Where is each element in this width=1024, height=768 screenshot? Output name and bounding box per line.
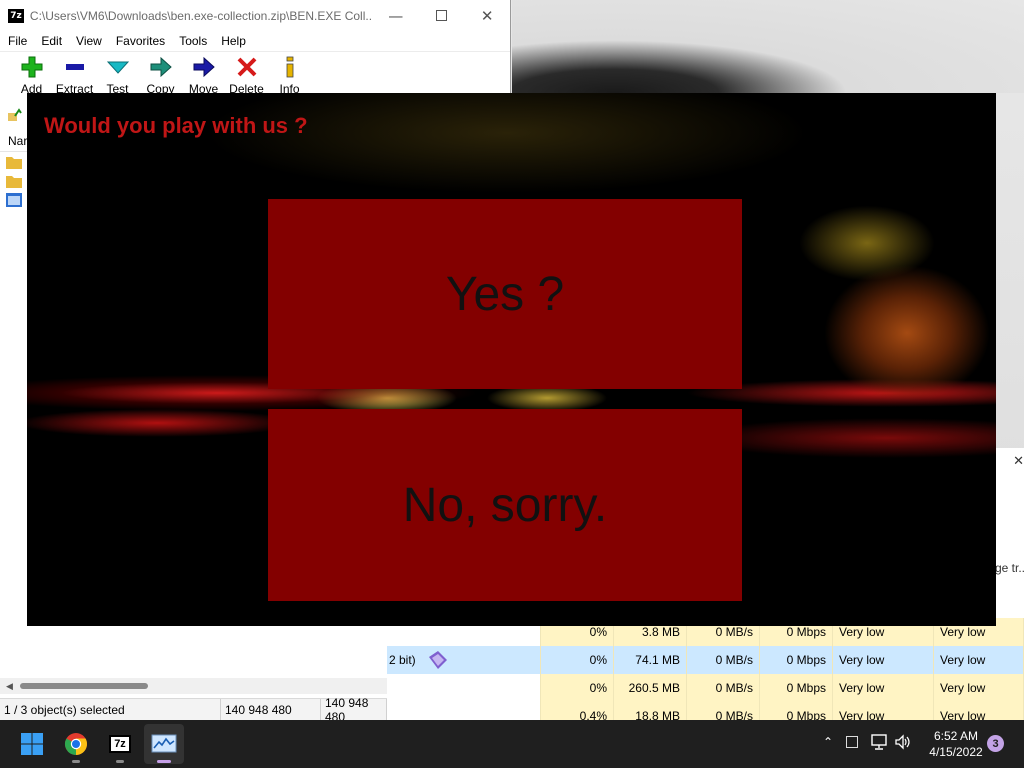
disk-cell: 0 MB/s <box>687 646 760 674</box>
minimize-button[interactable]: — <box>373 0 419 31</box>
menu-help[interactable]: Help <box>221 34 246 48</box>
menu-edit[interactable]: Edit <box>41 34 62 48</box>
column-header-name[interactable]: Nar <box>0 130 30 152</box>
folder-icon[interactable] <box>6 155 22 169</box>
close-button[interactable]: ✕ <box>464 0 510 31</box>
memory-cell: 260.5 MB <box>614 674 687 702</box>
chevron-up-icon: ⌃ <box>822 735 834 749</box>
table-row[interactable]: 0.4% 18.8 MB 0 MB/s 0 Mbps Very low Very… <box>387 702 1024 720</box>
power-cell: Very low <box>833 646 934 674</box>
power-trend-cell: Very low <box>934 646 1024 674</box>
network-cell: 0 Mbps <box>760 702 833 720</box>
task-manager-icon <box>151 734 177 753</box>
active-indicator <box>157 760 171 763</box>
test-button[interactable]: Test <box>96 56 139 96</box>
process-icon <box>428 651 447 669</box>
menu-view[interactable]: View <box>76 34 102 48</box>
table-row[interactable]: 0% 260.5 MB 0 MB/s 0 Mbps Very low Very … <box>387 674 1024 702</box>
cpu-cell: 0.4% <box>541 702 614 720</box>
exe-file-icon[interactable] <box>6 193 22 207</box>
test-icon <box>106 56 129 78</box>
add-button[interactable]: Add <box>10 56 53 96</box>
copy-icon <box>150 56 172 78</box>
menu-tools[interactable]: Tools <box>179 34 207 48</box>
move-icon <box>193 56 215 78</box>
network-icon[interactable] <box>869 732 889 752</box>
disk-cell: 0 MB/s <box>687 674 760 702</box>
7zip-titlebar[interactable]: 7z C:\Users\VM6\Downloads\ben.exe-collec… <box>0 0 510 31</box>
no-button[interactable]: No, sorry. <box>268 409 742 601</box>
horizontal-scrollbar[interactable]: ◀ <box>0 678 387 694</box>
folder-icon[interactable] <box>6 174 22 188</box>
cpu-cell: 0% <box>541 646 614 674</box>
network-cell: 0 Mbps <box>760 674 833 702</box>
power-cell: Very low <box>833 702 934 720</box>
7zip-toolbar: Add Extract Test Copy Move Delete Info <box>0 51 510 96</box>
column-header-name-label: Nar <box>8 133 28 148</box>
close-icon: ✕ <box>480 6 494 25</box>
up-folder-icon <box>8 108 22 121</box>
yes-button[interactable]: Yes ? <box>268 199 742 389</box>
memory-cell: 18.8 MB <box>614 702 687 720</box>
minimize-icon: — <box>388 6 404 25</box>
delete-button[interactable]: Delete <box>225 56 268 96</box>
scrollbar-thumb[interactable] <box>20 683 148 689</box>
power-trend-cell: Very low <box>934 702 1024 720</box>
power-cell: Very low <box>833 674 934 702</box>
up-folder-button[interactable] <box>0 103 30 127</box>
process-name <box>387 674 541 702</box>
process-name: 2 bit) <box>389 653 416 667</box>
cpu-cell: 0% <box>541 674 614 702</box>
running-indicator <box>116 760 124 763</box>
power-trend-cell: Very low <box>934 674 1024 702</box>
chrome-icon <box>65 733 87 755</box>
copy-button[interactable]: Copy <box>139 56 182 96</box>
game-window: Would you play with us ? Yes ? No, sorry… <box>27 93 996 626</box>
windows-logo-icon <box>21 733 43 755</box>
process-name <box>387 702 541 720</box>
notification-badge[interactable]: 3 <box>987 735 1004 752</box>
maximize-icon <box>435 10 447 21</box>
status-selection: 1 / 3 object(s) selected <box>0 698 221 721</box>
game-prompt: Would you play with us ? <box>44 113 308 138</box>
status-size: 140 948 480 <box>221 698 321 721</box>
scroll-left-icon[interactable]: ◀ <box>6 681 13 692</box>
info-icon <box>279 56 301 78</box>
7zip-app-icon: 7z <box>8 8 24 23</box>
process-name-cell: 2 bit) <box>387 646 541 674</box>
desktop-wallpaper <box>512 0 1024 93</box>
extract-icon <box>64 56 86 78</box>
taskbar: 7z ⌃ 6:52 AM 4/15/2022 3 <box>0 720 1024 768</box>
start-button[interactable] <box>12 724 52 764</box>
show-hidden-icons-button[interactable]: ⌃ <box>818 732 838 752</box>
memory-cell: 74.1 MB <box>614 646 687 674</box>
7zip-window-title: C:\Users\VM6\Downloads\ben.exe-collectio… <box>29 8 373 23</box>
7zip-taskbar-icon: 7z <box>109 735 131 753</box>
volume-icon[interactable] <box>893 732 913 752</box>
delete-icon <box>236 56 258 78</box>
close-icon[interactable]: ✕ <box>1013 454 1024 469</box>
7zip-menubar: File Edit View Favorites Tools Help <box>0 31 510 51</box>
disk-cell: 0 MB/s <box>687 702 760 720</box>
clock-time: 6:52 AM <box>933 729 979 743</box>
taskbar-app-task-manager[interactable] <box>144 724 184 764</box>
menu-favorites[interactable]: Favorites <box>116 34 165 48</box>
maximize-button[interactable] <box>419 0 465 31</box>
menu-file[interactable]: File <box>8 34 27 48</box>
network-cell: 0 Mbps <box>760 646 833 674</box>
clock[interactable]: 6:52 AM 4/15/2022 <box>924 728 988 760</box>
add-icon <box>21 56 43 78</box>
status-packed-size: 140 948 480 <box>321 696 387 724</box>
tray-app-icon[interactable] <box>842 732 862 752</box>
taskbar-app-chrome[interactable] <box>56 724 96 764</box>
running-indicator <box>72 760 80 763</box>
extract-button[interactable]: Extract <box>53 56 96 96</box>
clock-date: 4/15/2022 <box>929 745 983 759</box>
taskbar-app-7zip[interactable]: 7z <box>100 724 140 764</box>
move-button[interactable]: Move <box>182 56 225 96</box>
task-manager-partial-label: ge tr... <box>995 561 1024 575</box>
table-row[interactable]: 2 bit) 0% 74.1 MB 0 MB/s 0 Mbps Very low… <box>387 646 1024 674</box>
info-button[interactable]: Info <box>268 56 311 96</box>
